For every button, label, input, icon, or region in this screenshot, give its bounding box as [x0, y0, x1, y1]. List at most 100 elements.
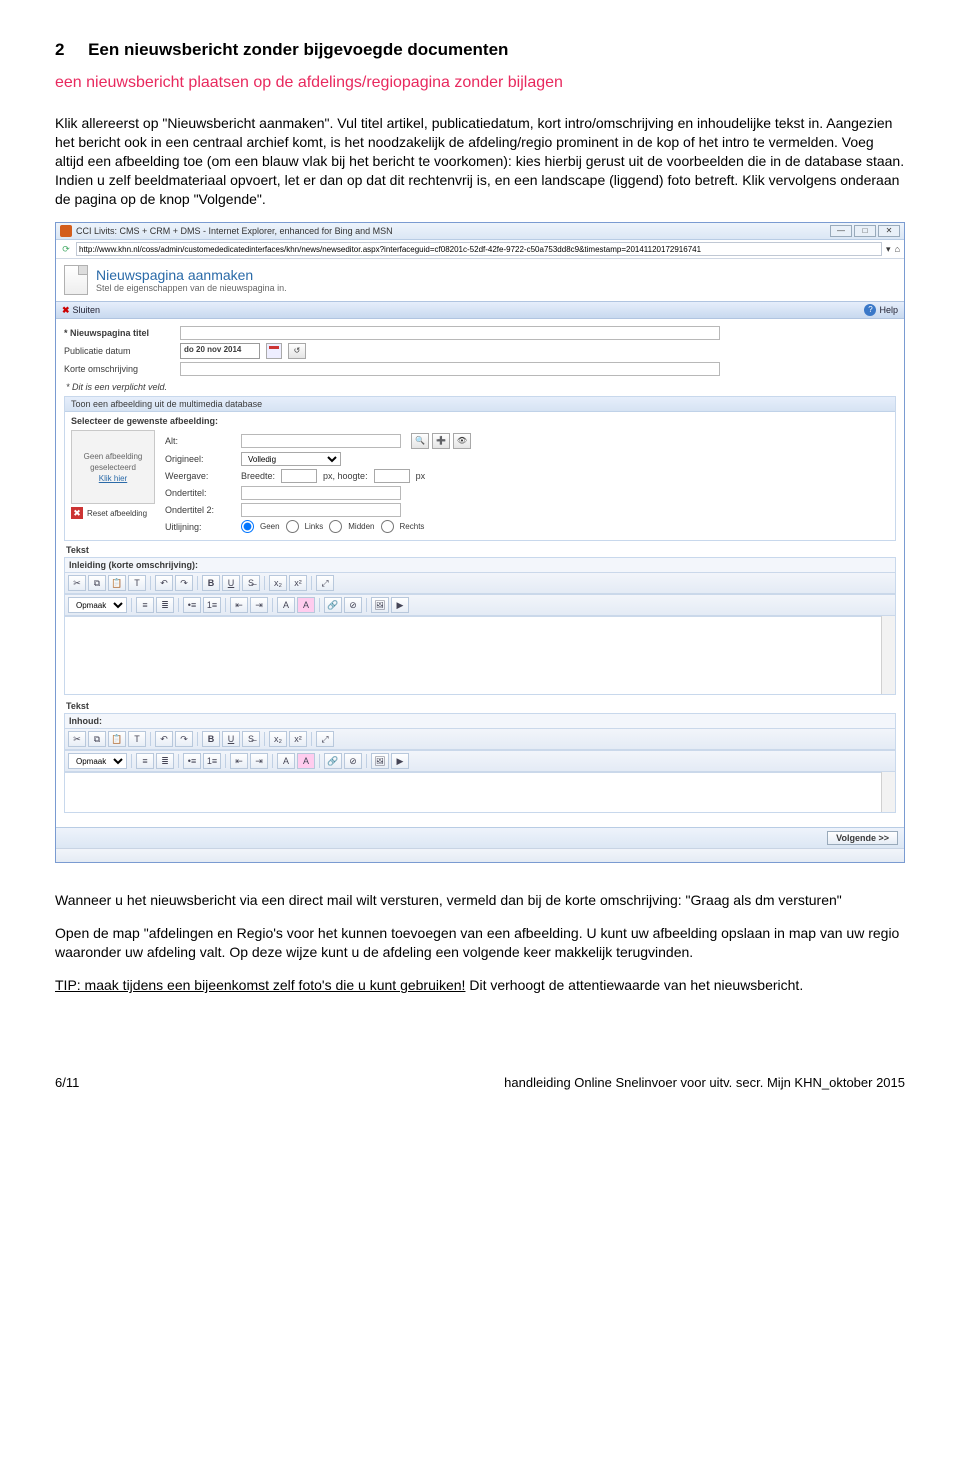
- indent-icon[interactable]: ⇥: [250, 753, 268, 769]
- editor-intro-body[interactable]: [65, 616, 881, 694]
- align-left-icon[interactable]: ≡: [136, 597, 154, 613]
- expand-icon[interactable]: ⤢: [316, 731, 334, 747]
- link-icon[interactable]: 🔗: [324, 753, 342, 769]
- editor-content: Inhoud: ✂ ⧉ 📋 T ↶ ↷ B U S̶ x₂ x² ⤢ Opm: [64, 713, 896, 813]
- image-icon[interactable]: 🖼: [371, 597, 389, 613]
- input-date[interactable]: do 20 nov 2014: [180, 343, 260, 359]
- align-center-icon[interactable]: ≣: [156, 753, 174, 769]
- video-icon[interactable]: ▶: [391, 753, 409, 769]
- scrollbar[interactable]: [881, 772, 895, 812]
- textcolor-icon[interactable]: A: [277, 597, 295, 613]
- calendar-icon[interactable]: [266, 343, 282, 359]
- preview-icon[interactable]: 👁: [453, 433, 471, 449]
- select-opmaak[interactable]: Opmaak: [68, 753, 127, 769]
- sup-icon[interactable]: x²: [289, 731, 307, 747]
- reset-image-button[interactable]: ✖ Reset afbeelding: [71, 507, 155, 519]
- window-minimize-button[interactable]: —: [830, 225, 852, 237]
- window-maximize-button[interactable]: □: [854, 225, 876, 237]
- link-icon[interactable]: 🔗: [324, 597, 342, 613]
- bold-icon[interactable]: B: [202, 731, 220, 747]
- browse-icon[interactable]: 🔍: [411, 433, 429, 449]
- cut-icon[interactable]: ✂: [68, 575, 86, 591]
- input-alt[interactable]: [241, 434, 401, 448]
- home-icon[interactable]: ⌂: [895, 244, 900, 254]
- image-thumbnail[interactable]: Geen afbeelding geselecteerd Klik hier: [71, 430, 155, 504]
- list-ul-icon[interactable]: •≡: [183, 753, 201, 769]
- indent-icon[interactable]: ⇥: [250, 597, 268, 613]
- label-alt: Alt:: [165, 436, 235, 446]
- paste-icon[interactable]: 📋: [108, 575, 126, 591]
- radio-midden[interactable]: [329, 520, 342, 533]
- strike-icon[interactable]: S̶: [242, 575, 260, 591]
- textcolor-icon[interactable]: A: [277, 753, 295, 769]
- label-breedte: Breedte:: [241, 471, 275, 481]
- help-button[interactable]: ? Help: [864, 304, 898, 316]
- label-date: Publicatie datum: [64, 346, 174, 356]
- cut-icon[interactable]: ✂: [68, 731, 86, 747]
- undo-icon[interactable]: ↶: [155, 731, 173, 747]
- list-ol-icon[interactable]: 1≡: [203, 597, 221, 613]
- list-ol-icon[interactable]: 1≡: [203, 753, 221, 769]
- paste-plain-icon[interactable]: T: [128, 731, 146, 747]
- editor-intro: Inleiding (korte omschrijving): ✂ ⧉ 📋 T …: [64, 557, 896, 695]
- paste-plain-icon[interactable]: T: [128, 575, 146, 591]
- status-bar: [56, 848, 904, 862]
- underline-icon[interactable]: U: [222, 575, 240, 591]
- section-title: Een nieuwsbericht zonder bijgevoegde doc…: [88, 40, 508, 59]
- video-icon[interactable]: ▶: [391, 597, 409, 613]
- sub-icon[interactable]: x₂: [269, 731, 287, 747]
- copy-icon[interactable]: ⧉: [88, 731, 106, 747]
- sub-icon[interactable]: x₂: [269, 575, 287, 591]
- page-title: Nieuwspagina aanmaken: [96, 267, 287, 283]
- undo-icon[interactable]: ↶: [155, 575, 173, 591]
- sup-icon[interactable]: x²: [289, 575, 307, 591]
- refresh-icon[interactable]: ⟳: [60, 244, 72, 255]
- label-title: * Nieuwspagina titel: [64, 328, 174, 338]
- redo-icon[interactable]: ↷: [175, 575, 193, 591]
- bgcolor-icon[interactable]: A: [297, 753, 315, 769]
- close-button[interactable]: ✖ Sluiten: [62, 305, 100, 316]
- radio-links[interactable]: [286, 520, 299, 533]
- input-ondertitel[interactable]: [241, 486, 401, 500]
- tekst-label-1: Tekst: [66, 545, 896, 555]
- strike-icon[interactable]: S̶: [242, 731, 260, 747]
- label-uitlijning: Uitlijning:: [165, 522, 235, 532]
- unlink-icon[interactable]: ⊘: [344, 597, 362, 613]
- volgende-button[interactable]: Volgende >>: [827, 831, 898, 845]
- close-label: Sluiten: [73, 305, 101, 315]
- dropdown-icon[interactable]: ▾: [886, 244, 891, 255]
- expand-icon[interactable]: ⤢: [316, 575, 334, 591]
- window-titlebar: CCI Livits: CMS + CRM + DMS - Internet E…: [56, 223, 904, 240]
- image-icon[interactable]: 🖼: [371, 753, 389, 769]
- outdent-icon[interactable]: ⇤: [230, 753, 248, 769]
- input-height[interactable]: [374, 469, 410, 483]
- bold-icon[interactable]: B: [202, 575, 220, 591]
- bgcolor-icon[interactable]: A: [297, 597, 315, 613]
- redo-icon[interactable]: ↷: [175, 731, 193, 747]
- align-left-icon[interactable]: ≡: [136, 753, 154, 769]
- select-opmaak[interactable]: Opmaak: [68, 597, 127, 613]
- url-input[interactable]: [76, 242, 882, 256]
- label-weergave: Weergave:: [165, 471, 235, 481]
- input-width[interactable]: [281, 469, 317, 483]
- editor-toolbar-2a: ✂ ⧉ 📋 T ↶ ↷ B U S̶ x₂ x² ⤢: [65, 728, 895, 750]
- section-number: 2: [55, 40, 64, 59]
- input-summary[interactable]: [180, 362, 720, 376]
- input-title[interactable]: [180, 326, 720, 340]
- window-close-button[interactable]: ✕: [878, 225, 900, 237]
- radio-rechts[interactable]: [381, 520, 394, 533]
- browse2-icon[interactable]: ➕: [432, 433, 450, 449]
- paste-icon[interactable]: 📋: [108, 731, 126, 747]
- scrollbar[interactable]: [881, 616, 895, 694]
- date-clear-button[interactable]: ↺: [288, 343, 306, 359]
- input-ondertitel2[interactable]: [241, 503, 401, 517]
- list-ul-icon[interactable]: •≡: [183, 597, 201, 613]
- underline-icon[interactable]: U: [222, 731, 240, 747]
- copy-icon[interactable]: ⧉: [88, 575, 106, 591]
- outdent-icon[interactable]: ⇤: [230, 597, 248, 613]
- select-origineel[interactable]: Volledig: [241, 452, 341, 466]
- align-center-icon[interactable]: ≣: [156, 597, 174, 613]
- radio-geen[interactable]: [241, 520, 254, 533]
- unlink-icon[interactable]: ⊘: [344, 753, 362, 769]
- editor-content-body[interactable]: [65, 772, 881, 812]
